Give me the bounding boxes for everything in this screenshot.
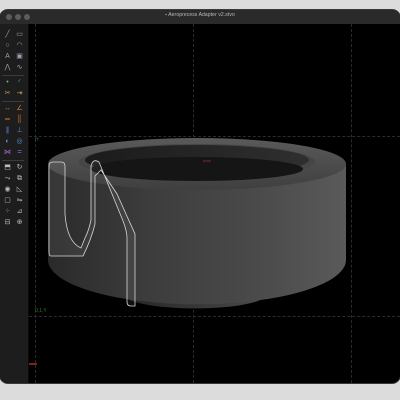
document-icon: ▪ xyxy=(165,12,168,18)
tool-palette: ╱ ▭ ○ ◠ A ▣ ⋀ ∿ • ◜ ✂ ⇥ ↔ ∠ ═ ║ ∥ ⊥ ◐ ◎ ⋈ = ⬒ ↻ ⤳ ⧉ ◉ ◺ ▢ ⇋ ⁘ ⊿ ⊟ ⊕ xyxy=(0,24,29,383)
title-bar[interactable]: ▪ Aeroprecess Adapter v2.stvo xyxy=(0,10,400,25)
symmetric-constraint-icon[interactable]: ⋈ xyxy=(3,148,12,157)
dimension-icon[interactable]: ↔ xyxy=(3,104,12,113)
toolbar-separator xyxy=(2,160,24,161)
tangent-constraint-icon[interactable]: ◐ xyxy=(3,137,12,146)
pattern-icon[interactable]: ⁘ xyxy=(3,207,12,216)
model-render xyxy=(29,138,346,365)
toolbar-separator xyxy=(2,75,24,76)
hole-icon[interactable]: ◉ xyxy=(3,185,12,194)
shell-icon[interactable]: ▢ xyxy=(3,196,12,205)
revolve-icon[interactable]: ↻ xyxy=(15,163,24,172)
rectangle-icon[interactable]: ▭ xyxy=(15,30,24,39)
chamfer-icon[interactable]: ◺ xyxy=(15,185,24,194)
axis-triad xyxy=(29,363,37,365)
app-window: ▪ Aeroprecess Adapter v2.stvo ╱ ▭ ○ ◠ A ▣ ⋀ ∿ • ◜… xyxy=(0,10,400,383)
toolbar-separator xyxy=(2,101,24,102)
perpendicular-constraint-icon[interactable]: ⊥ xyxy=(15,126,24,135)
trim-icon[interactable]: ✂ xyxy=(3,89,12,98)
horizontal-constraint-icon[interactable]: ═ xyxy=(3,115,12,124)
text-icon[interactable]: A xyxy=(3,52,12,61)
circle-icon[interactable]: ○ xyxy=(3,41,12,50)
fillet-icon[interactable]: ◜ xyxy=(15,78,24,87)
arc-icon[interactable]: ◠ xyxy=(15,41,24,50)
extend-icon[interactable]: ⇥ xyxy=(15,89,24,98)
model-viewport[interactable]: H 0,1,Y xyxy=(29,24,400,383)
measure-icon[interactable]: ⊿ xyxy=(15,207,24,216)
window-title: ▪ Aeroprecess Adapter v2.stvo xyxy=(0,12,400,18)
spline-icon[interactable]: ∿ xyxy=(15,63,24,72)
parallel-constraint-icon[interactable]: ∥ xyxy=(3,126,12,135)
section-icon[interactable]: ⊟ xyxy=(3,218,12,227)
polyline-icon[interactable]: ⋀ xyxy=(3,63,12,72)
window-title-text: Aeroprecess Adapter v2.stvo xyxy=(168,12,235,18)
vertical-constraint-icon[interactable]: ║ xyxy=(15,115,24,124)
point-icon[interactable]: • xyxy=(3,78,12,87)
line-icon[interactable]: ╱ xyxy=(3,30,12,39)
equal-constraint-icon[interactable]: = xyxy=(15,148,24,157)
image-icon[interactable]: ▣ xyxy=(15,52,24,61)
boolean-icon[interactable]: ⊕ xyxy=(15,218,24,227)
coincident-constraint-icon[interactable]: ◎ xyxy=(15,137,24,146)
angle-dimension-icon[interactable]: ∠ xyxy=(15,104,24,113)
loft-icon[interactable]: ⧉ xyxy=(15,174,24,183)
sweep-icon[interactable]: ⤳ xyxy=(3,174,12,183)
mirror-icon[interactable]: ⇋ xyxy=(15,196,24,205)
extrude-icon[interactable]: ⬒ xyxy=(3,163,12,172)
